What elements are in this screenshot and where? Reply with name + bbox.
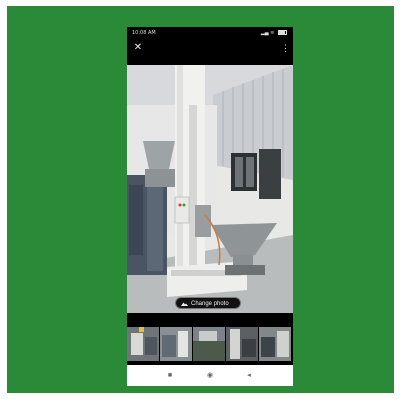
status-icons-right: ▂▄ ≋: [261, 27, 287, 40]
image-edit-icon: [181, 302, 188, 306]
phone-screen: 10:08 AM ▂▄ ≋ ✕ ⋮ Change photo ■ ◉ ◂: [127, 27, 293, 386]
photo-content: [127, 65, 293, 313]
back-triangle-icon[interactable]: ◂: [243, 370, 255, 382]
main-photo: [127, 65, 293, 313]
thumbnail-4[interactable]: [226, 327, 258, 361]
change-photo-button[interactable]: Change photo: [175, 297, 241, 309]
viewer-topbar: ✕ ⋮: [127, 40, 293, 58]
system-nav-bar: ■ ◉ ◂: [127, 365, 293, 386]
thumbnail-2[interactable]: [160, 327, 192, 361]
home-circle-icon[interactable]: ◉: [204, 370, 216, 382]
status-bar: 10:08 AM ▂▄ ≋: [127, 27, 293, 40]
signal-icon: ▂▄: [260, 30, 269, 36]
battery-icon: [278, 30, 287, 35]
thumbnail-3[interactable]: [193, 327, 225, 361]
recents-square-icon[interactable]: ■: [164, 370, 176, 382]
change-photo-label: Change photo: [191, 301, 229, 307]
more-vert-icon[interactable]: ⋮: [281, 42, 290, 54]
wifi-icon: ≋: [270, 30, 275, 36]
close-icon[interactable]: ✕: [132, 42, 144, 54]
thumbnail-1[interactable]: [127, 327, 159, 361]
thumbnail-5[interactable]: [259, 327, 291, 361]
thumbnail-strip: [127, 327, 293, 361]
status-time: 10:08 AM: [132, 30, 156, 36]
